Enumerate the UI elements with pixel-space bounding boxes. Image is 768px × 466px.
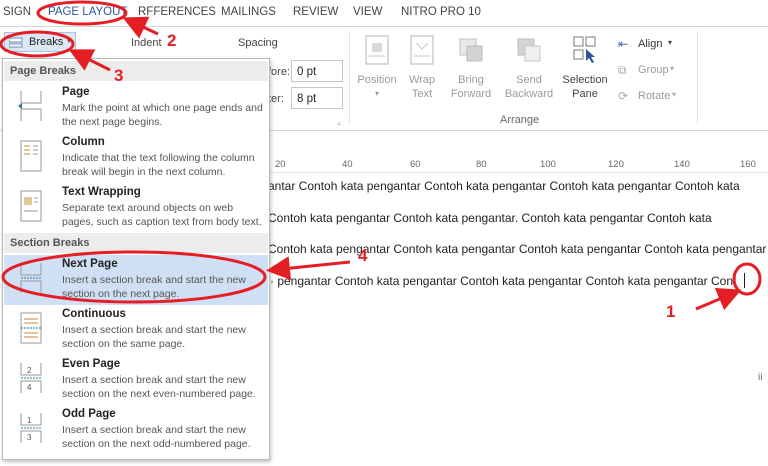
annotation-number: 1: [666, 302, 676, 321]
annotation-arrow: [122, 16, 159, 39]
annotation-arrow: [68, 49, 111, 72]
annotation-number: 3: [114, 66, 124, 85]
annotation-circle: [1, 250, 267, 304]
annotation-number: 4: [358, 246, 368, 265]
annotation-circle: [0, 30, 75, 58]
annotation-arrow: [695, 287, 742, 311]
annotation-arrow: [266, 256, 351, 281]
annotation-number: 2: [167, 31, 177, 50]
annotation-circle: [36, 0, 128, 26]
annotation-circle: [732, 262, 762, 296]
